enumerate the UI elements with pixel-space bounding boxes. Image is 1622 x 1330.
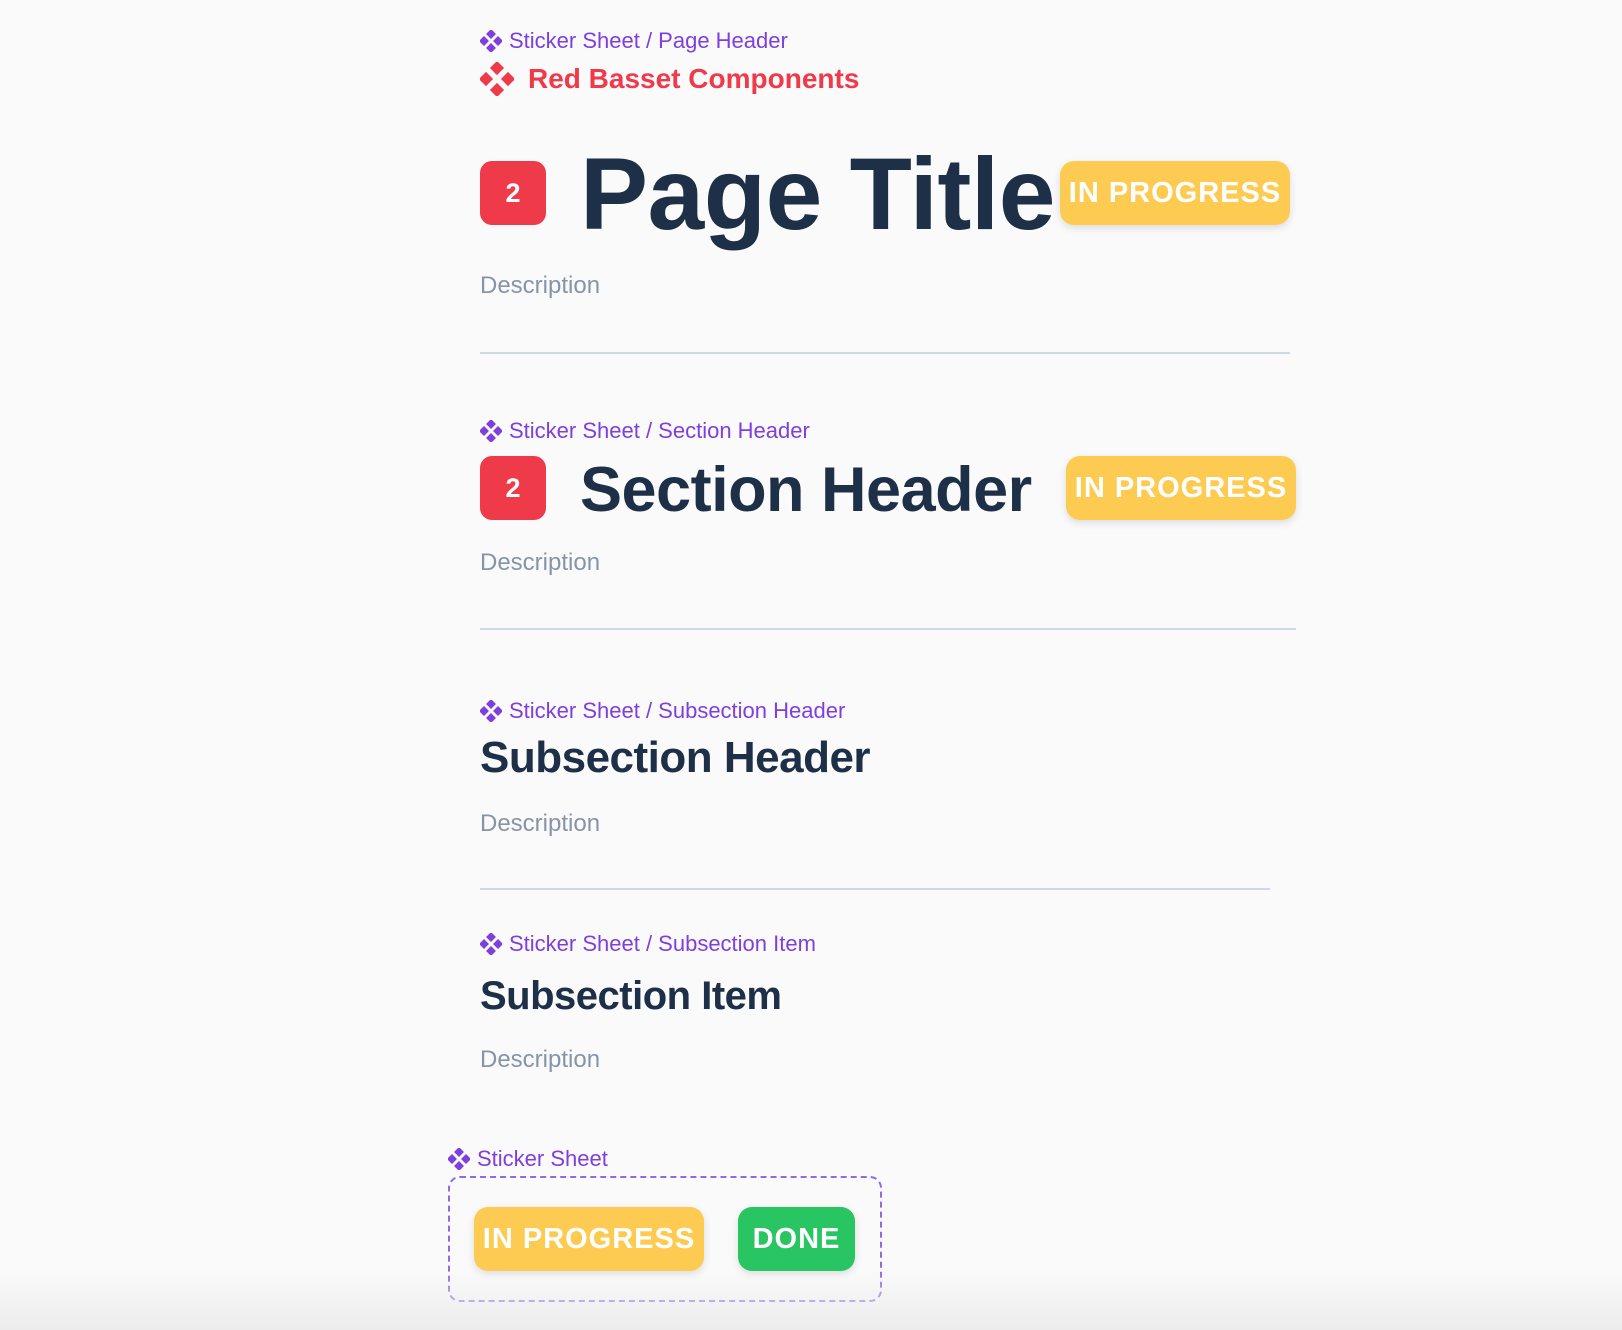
- page-title: Page Title: [580, 137, 1055, 251]
- page-number-badge: 2: [480, 161, 546, 225]
- subsection-item-component-label[interactable]: Sticker Sheet / Subsection Item: [480, 931, 816, 957]
- bottom-shadow: [0, 1270, 1622, 1330]
- subsection-header-component-label[interactable]: Sticker Sheet / Subsection Header: [480, 698, 845, 724]
- subsection-item-title: Subsection Item: [480, 974, 782, 1018]
- component-icon: [480, 933, 502, 955]
- brand-name: Red Basset Components: [528, 63, 860, 94]
- component-path-text: Sticker Sheet / Subsection Item: [509, 931, 816, 956]
- section-header-component-label[interactable]: Sticker Sheet / Section Header: [480, 418, 810, 444]
- section-status-badge[interactable]: IN PROGRESS: [1066, 456, 1296, 520]
- component-icon: [480, 420, 502, 442]
- component-path-text: Sticker Sheet / Subsection Header: [509, 698, 846, 723]
- canvas: Sticker Sheet / Page Header Red Basset C…: [0, 0, 1622, 1330]
- subsection-item-description: Description: [480, 1046, 601, 1073]
- subsection-description: Description: [480, 810, 601, 837]
- page-description: Description: [480, 272, 601, 299]
- sticker-in-progress[interactable]: IN PROGRESS: [474, 1207, 704, 1271]
- sticker-done[interactable]: DONE: [738, 1207, 855, 1271]
- page-status-badge[interactable]: IN PROGRESS: [1060, 161, 1290, 225]
- component-path-text: Sticker Sheet: [477, 1146, 608, 1171]
- red-basset-logo-icon: [480, 62, 514, 96]
- subsection-title: Subsection Header: [480, 733, 871, 782]
- divider: [480, 628, 1296, 630]
- component-icon: [448, 1148, 470, 1170]
- section-description: Description: [480, 549, 601, 576]
- section-title: Section Header: [580, 455, 1032, 525]
- component-path-text: Sticker Sheet / Section Header: [509, 418, 810, 443]
- divider: [480, 352, 1290, 354]
- divider: [480, 888, 1270, 890]
- section-number-badge: 2: [480, 456, 546, 520]
- component-icon: [480, 30, 502, 52]
- component-icon: [480, 700, 502, 722]
- component-path-text: Sticker Sheet / Page Header: [509, 28, 788, 53]
- brand-logo: Red Basset Components: [480, 62, 859, 96]
- page-header-component-label[interactable]: Sticker Sheet / Page Header: [480, 28, 788, 54]
- sticker-sheet-component-label[interactable]: Sticker Sheet: [448, 1146, 608, 1172]
